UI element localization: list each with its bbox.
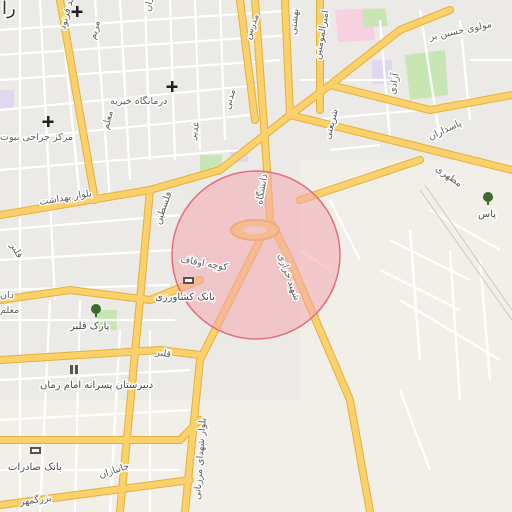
bank-icon-2 bbox=[30, 447, 41, 454]
label-moalem: معلم bbox=[0, 305, 19, 316]
institution-area bbox=[0, 90, 14, 110]
map-layer: را درمانگاه خیریه مرکز جراحی نبوت بلوار … bbox=[0, 0, 512, 512]
bank-icon bbox=[183, 277, 194, 284]
label-dabirestan: دبیرستان پسرانه امام زمان bbox=[40, 380, 153, 391]
label-dan: دان bbox=[0, 290, 14, 301]
label-pas: پاس bbox=[478, 209, 496, 220]
label-corner: را bbox=[2, 0, 16, 19]
label-markaz-jarahi: مرکز جراحی نبوت bbox=[0, 132, 73, 143]
label-bank-saderat: بانک صادرات bbox=[8, 462, 62, 473]
label-darmangah: درمانگاه خیریه bbox=[110, 95, 167, 107]
park-small bbox=[362, 8, 388, 27]
label-bahshti: بهشتی bbox=[288, 8, 301, 35]
label-ghalbar-2: قلبر bbox=[154, 347, 172, 360]
label-park-ghalbar: پارک قلبر bbox=[69, 321, 110, 332]
label-bank-keshavarzi: بانک کشاورزی bbox=[155, 292, 215, 303]
map-canvas[interactable]: را درمانگاه خیریه مرکز جراحی نبوت بلوار … bbox=[0, 0, 512, 512]
